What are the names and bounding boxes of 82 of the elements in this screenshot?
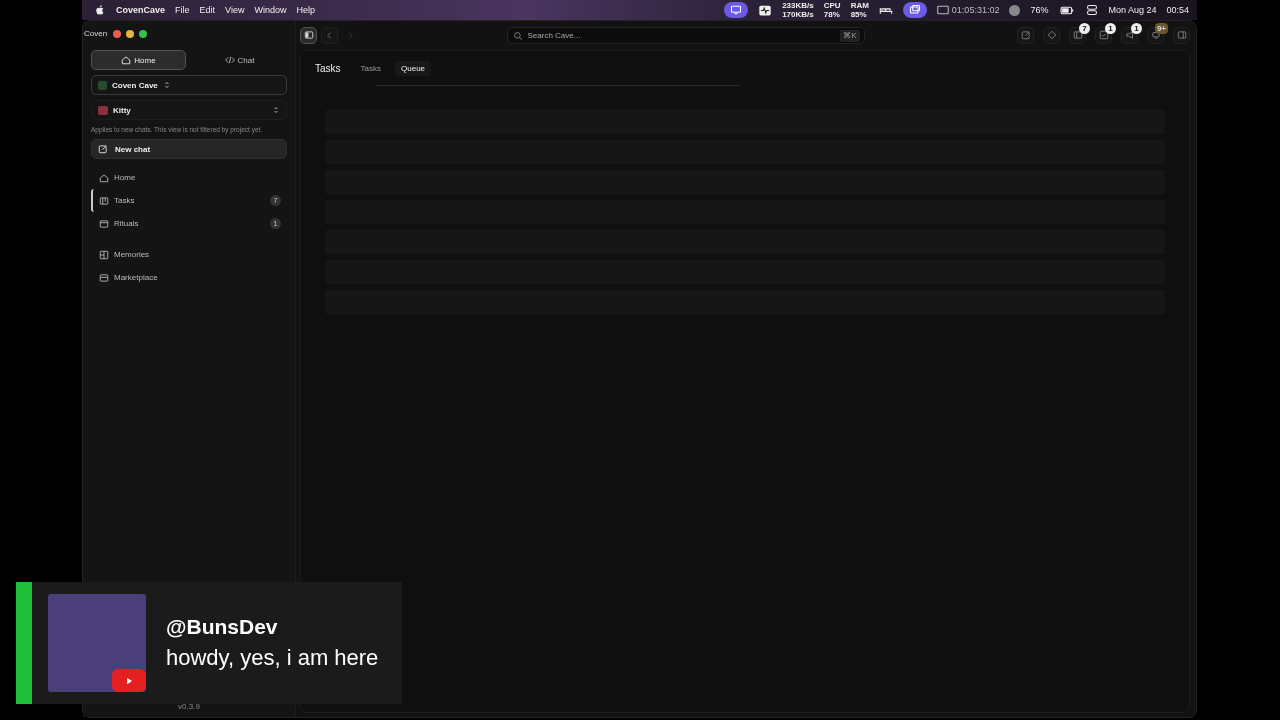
- nav-item[interactable]: Home: [91, 166, 287, 189]
- timer-display[interactable]: 01:05:31:02: [936, 4, 1000, 16]
- battery-percentage: 76%: [1030, 5, 1049, 15]
- notification-badge: 1: [1131, 22, 1142, 34]
- edit-icon: [98, 144, 108, 154]
- zoom-button[interactable]: [139, 29, 148, 38]
- nav-item[interactable]: Memories: [91, 243, 287, 266]
- code-icon: [224, 55, 235, 65]
- device-icon: [1150, 30, 1161, 40]
- username: @BunsDev: [166, 615, 279, 639]
- count-badge: 7: [270, 195, 281, 206]
- chevron-updown-icon: [272, 106, 280, 114]
- notification-badge: 9+: [1154, 22, 1168, 34]
- new-chat-button[interactable]: New chat: [91, 139, 287, 159]
- display-status-icon[interactable]: [724, 2, 749, 18]
- menubar-date[interactable]: Mon Aug 24: [1108, 5, 1157, 15]
- board-icon: [99, 195, 109, 206]
- chat-message: howdy, yes, i am here: [166, 645, 379, 671]
- mode-tab[interactable]: Home: [91, 50, 186, 70]
- network-download-text: 170KB/s: [782, 10, 814, 19]
- menu-item[interactable]: Window: [254, 5, 287, 15]
- panel-icon: [1176, 30, 1187, 40]
- project-avatar-icon: [98, 80, 107, 90]
- chevron-right-icon: [346, 30, 355, 40]
- menu-item[interactable]: Edit: [199, 5, 216, 15]
- nav-label: Home: [114, 173, 137, 182]
- compose-button[interactable]: [1017, 26, 1034, 44]
- compose-icon: [1020, 30, 1031, 40]
- menu-item[interactable]: File: [175, 5, 190, 15]
- project-select[interactable]: Coven Cave: [91, 75, 287, 95]
- version-text: v0.3.9: [177, 702, 201, 711]
- sidebar-icon: [303, 30, 314, 40]
- agent-avatar-icon: [98, 105, 108, 115]
- mode-tab[interactable]: Chat: [192, 50, 287, 70]
- stat-label: RAM: [850, 1, 869, 10]
- network-upload-text: 233KB/s: [782, 1, 814, 10]
- nav-label: Rituals: [114, 219, 140, 228]
- count-badge: 1: [270, 218, 281, 229]
- megaphone-icon: [1124, 30, 1135, 40]
- nav-label: Marketplace: [114, 273, 159, 282]
- notification-badge: 1: [1105, 22, 1116, 34]
- nav-label: Memories: [114, 250, 151, 259]
- menubar-time[interactable]: 00:54: [1166, 5, 1189, 15]
- stat-value: 78%: [823, 10, 841, 19]
- window-title: Coven: [84, 29, 108, 38]
- nav-item[interactable]: Marketplace: [91, 266, 287, 289]
- checklist-icon: [1098, 30, 1109, 40]
- nav-item[interactable]: Tasks 7: [91, 189, 287, 212]
- notification-badge: 7: [1079, 22, 1090, 34]
- board-icon: [1072, 30, 1083, 40]
- profile-avatar[interactable]: [1009, 4, 1021, 16]
- diamond-icon: [1046, 30, 1057, 40]
- chevron-updown-icon: [162, 81, 171, 89]
- window-status-icon[interactable]: [902, 2, 927, 18]
- windows-icon: [908, 4, 921, 16]
- store-icon: [99, 272, 109, 283]
- grid-icon: [99, 249, 109, 260]
- view-tab[interactable]: Tasks: [354, 60, 387, 76]
- page-title: Tasks: [315, 62, 341, 74]
- minimize-button[interactable]: [126, 29, 135, 38]
- nav-item[interactable]: Rituals 1: [91, 212, 287, 235]
- timer-text: 01:05:31:02: [951, 5, 1000, 15]
- diamond-button[interactable]: [1043, 26, 1060, 44]
- monitor-icon: [730, 4, 743, 16]
- app-menu[interactable]: CovenCave: [116, 5, 166, 15]
- home-icon: [99, 172, 109, 183]
- stat-label: CPU: [823, 1, 841, 10]
- apple-icon[interactable]: [94, 4, 106, 16]
- view-tab[interactable]: Queue: [395, 60, 432, 76]
- home-icon: [121, 55, 132, 65]
- activity-icon[interactable]: [758, 3, 773, 17]
- chevron-left-icon: [325, 30, 334, 40]
- menu-item[interactable]: Help: [296, 5, 315, 15]
- stat-value: 85%: [850, 10, 868, 19]
- play-icon: [112, 669, 146, 692]
- menu-item[interactable]: View: [225, 5, 245, 15]
- close-button[interactable]: [113, 29, 122, 38]
- sidebar-toggle-button[interactable]: [300, 26, 317, 44]
- control-center-icon[interactable]: [1086, 4, 1099, 16]
- panel-button[interactable]: [1173, 26, 1190, 44]
- agent-select[interactable]: Kitty: [91, 100, 287, 120]
- nav-label: Tasks: [114, 196, 136, 205]
